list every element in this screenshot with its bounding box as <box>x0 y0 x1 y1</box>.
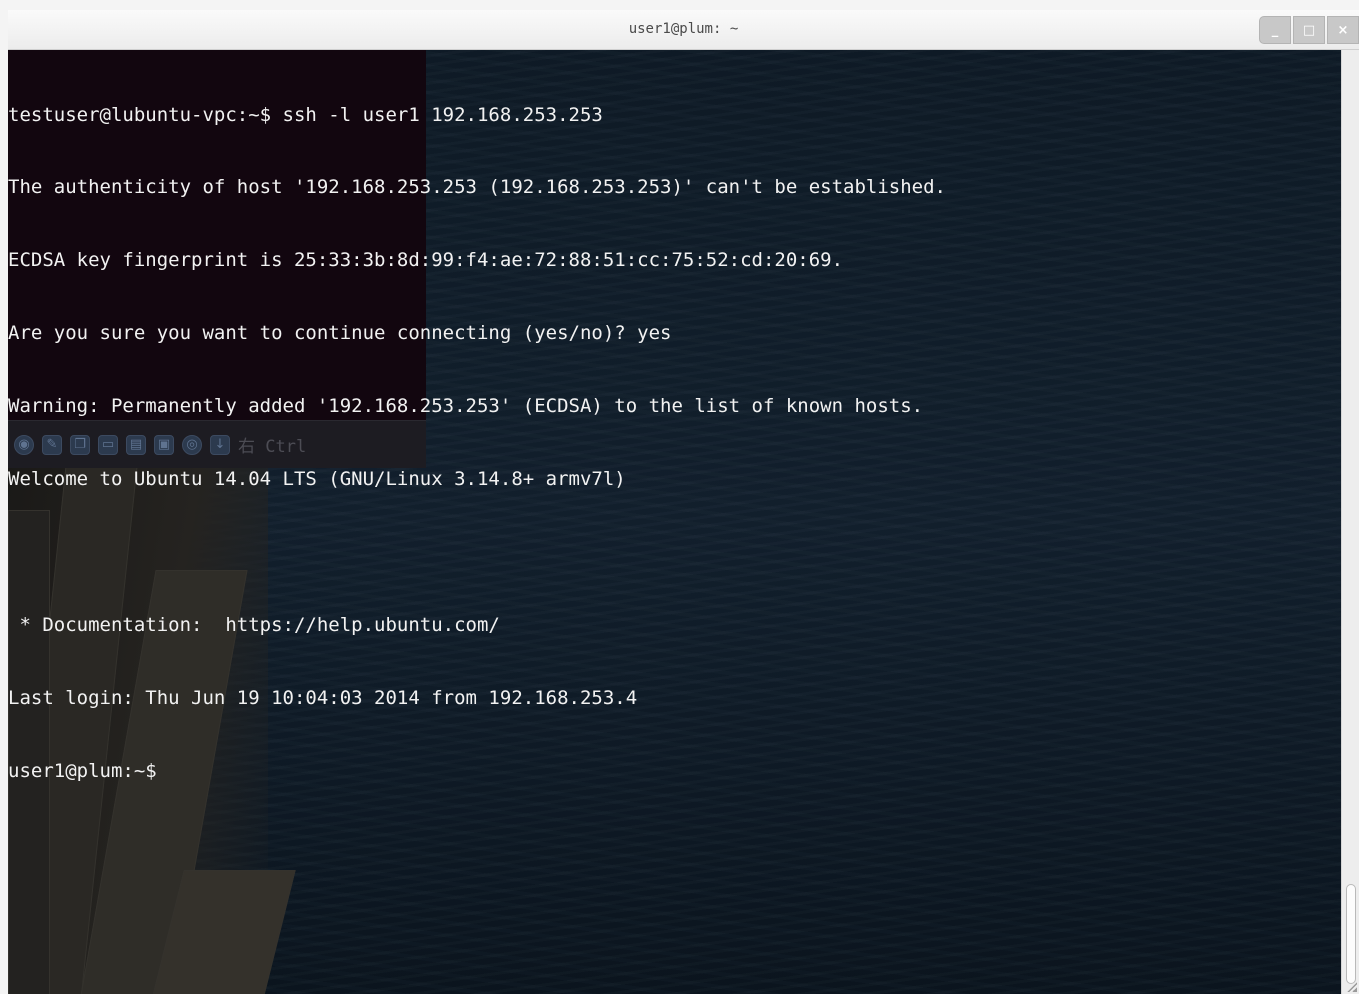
terminal-line: * Documentation: https://help.ubuntu.com… <box>8 613 500 636</box>
title-bar[interactable]: user1@plum: ~ _ □ × <box>8 10 1359 50</box>
terminal-output: testuser@lubuntu-vpc:~$ ssh -l user1 192… <box>8 54 1338 832</box>
terminal-area[interactable]: ◉ ✎ ❐ ▭ ▤ ▣ ◎ ↓ 右 Ctrl testuser@lubuntu-… <box>8 50 1341 994</box>
window-title: user1@plum: ~ <box>628 21 739 37</box>
maximize-button[interactable]: □ <box>1293 16 1325 44</box>
resize-grip-icon[interactable] <box>1347 982 1357 992</box>
minimize-button[interactable]: _ <box>1259 16 1291 44</box>
terminal-line: ECDSA key fingerprint is 25:33:3b:8d:99:… <box>8 249 844 272</box>
terminal-line: Are you sure you want to continue connec… <box>8 322 672 345</box>
terminal-line: Welcome to Ubuntu 14.04 LTS (GNU/Linux 3… <box>8 468 626 491</box>
terminal-line: Warning: Permanently added '192.168.253.… <box>8 395 924 418</box>
terminal-line: testuser@lubuntu-vpc:~$ ssh -l user1 192… <box>8 103 603 126</box>
window-controls: _ □ × <box>1257 16 1359 44</box>
close-button[interactable]: × <box>1327 16 1359 44</box>
terminal-prompt-line[interactable]: user1@plum:~$ <box>8 759 1338 783</box>
terminal-window: user1@plum: ~ _ □ × ◉ ✎ ❐ ▭ ▤ ▣ ◎ ↓ 右 Ct… <box>0 0 1359 994</box>
terminal-line: The authenticity of host '192.168.253.25… <box>8 176 946 199</box>
terminal-line: Last login: Thu Jun 19 10:04:03 2014 fro… <box>8 686 638 709</box>
desktop-left-edge <box>0 0 8 994</box>
scrollbar-thumb[interactable] <box>1346 884 1356 984</box>
desktop-top-edge <box>0 0 1359 10</box>
vertical-scrollbar[interactable] <box>1341 50 1359 994</box>
